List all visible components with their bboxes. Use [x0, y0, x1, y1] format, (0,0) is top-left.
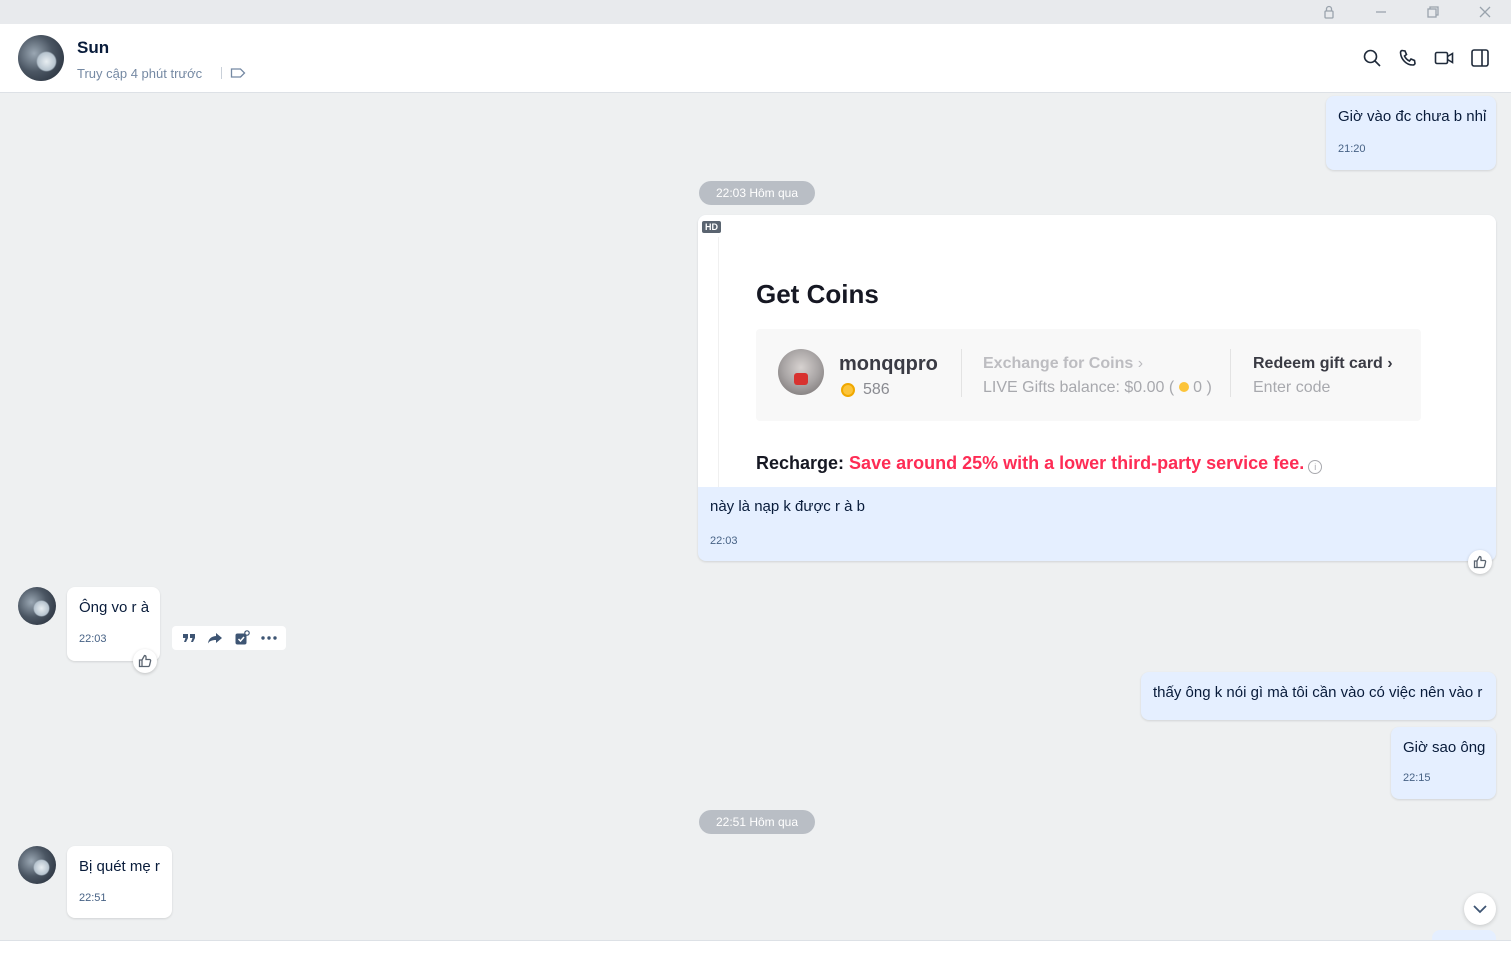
message-outgoing[interactable]: thấy ông k nói gì mà tôi cần vào có việc…	[1141, 672, 1496, 720]
info-icon: i	[1308, 460, 1323, 474]
message-incoming[interactable]: Bị quét mẹ r 22:51	[67, 846, 172, 918]
coin-icon	[841, 383, 855, 397]
message-text: Bị quét mẹ r	[79, 858, 160, 875]
recharge-line: Recharge: Save around 25% with a lower t…	[756, 453, 1323, 474]
image-content: Get Coins monqqpro 586 Exchange for Coin…	[718, 237, 1496, 487]
like-reaction-icon[interactable]	[133, 649, 157, 673]
phone-icon[interactable]	[1396, 46, 1420, 70]
close-icon[interactable]	[1475, 2, 1495, 22]
date-separator: 22:51 Hôm qua	[699, 810, 815, 834]
coin-account-box: monqqpro 586 Exchange for Coins › LIVE G…	[756, 329, 1421, 421]
message-outgoing[interactable]: Giờ vào đc chưa b nhỉ 21:20	[1326, 96, 1496, 170]
like-reaction-icon[interactable]	[1468, 550, 1492, 574]
side-panel-icon[interactable]	[1468, 46, 1492, 70]
composer-toolbar	[0, 940, 1511, 953]
more-options-icon[interactable]	[260, 636, 277, 640]
coin-count: 586	[863, 381, 890, 398]
message-time: 22:15	[1403, 772, 1431, 784]
message-image-card[interactable]: HD Get Coins monqqpro 586 Exchange for C…	[698, 215, 1496, 561]
hd-badge: HD	[702, 221, 721, 233]
exchange-balance: LIVE Gifts balance: $0.00 ( 0 )	[983, 379, 1212, 396]
divider	[961, 349, 962, 397]
contact-avatar[interactable]	[18, 846, 56, 884]
redeem-title: Redeem gift card ›	[1253, 355, 1393, 372]
message-text: Giờ vào đc chưa b nhỉ	[1338, 108, 1487, 125]
username: monqqpro	[839, 353, 938, 375]
message-text: thấy ông k nói gì mà tôi cần vào có việc…	[1153, 684, 1483, 701]
message-time: 22:51	[79, 892, 107, 904]
coin-icon	[1178, 382, 1189, 392]
tag-icon[interactable]	[230, 66, 246, 85]
message-outgoing[interactable]: Giờ sao ông 22:15	[1391, 727, 1496, 799]
redeem-subtitle: Enter code	[1253, 379, 1331, 396]
message-time: 21:20	[1338, 143, 1366, 155]
get-coins-title: Get Coins	[756, 279, 879, 309]
message-time: 22:03	[710, 535, 738, 547]
forward-icon[interactable]	[207, 632, 223, 644]
contact-avatar[interactable]	[18, 587, 56, 625]
message-time: 22:03	[79, 633, 107, 645]
video-call-icon[interactable]	[1432, 46, 1456, 70]
lock-icon[interactable]	[1319, 2, 1339, 22]
add-task-icon[interactable]	[234, 630, 250, 646]
screenshot-image[interactable]: HD Get Coins monqqpro 586 Exchange for C…	[698, 215, 1496, 487]
minimize-icon[interactable]	[1371, 2, 1391, 22]
message-text: Ông vo r à	[79, 599, 150, 616]
restore-icon[interactable]	[1423, 2, 1443, 22]
contact-avatar[interactable]	[18, 35, 64, 81]
search-icon[interactable]	[1360, 46, 1384, 70]
quote-icon[interactable]	[182, 632, 196, 644]
exchange-title: Exchange for Coins ›	[983, 355, 1144, 372]
contact-name[interactable]: Sun	[77, 38, 109, 58]
header-divider	[221, 67, 222, 79]
scroll-to-bottom-button[interactable]	[1464, 893, 1496, 925]
message-text: Giờ sao ông	[1403, 739, 1486, 756]
divider	[1230, 349, 1231, 397]
user-avatar	[778, 349, 824, 395]
message-text: này là nạp k được r à b	[710, 498, 865, 515]
date-separator: 22:03 Hôm qua	[699, 181, 815, 205]
chat-header: Sun Truy cập 4 phút trước	[0, 24, 1511, 93]
contact-status: Truy cập 4 phút trước	[77, 66, 203, 81]
message-actions-bar	[172, 626, 286, 650]
window-titlebar	[0, 0, 1511, 24]
